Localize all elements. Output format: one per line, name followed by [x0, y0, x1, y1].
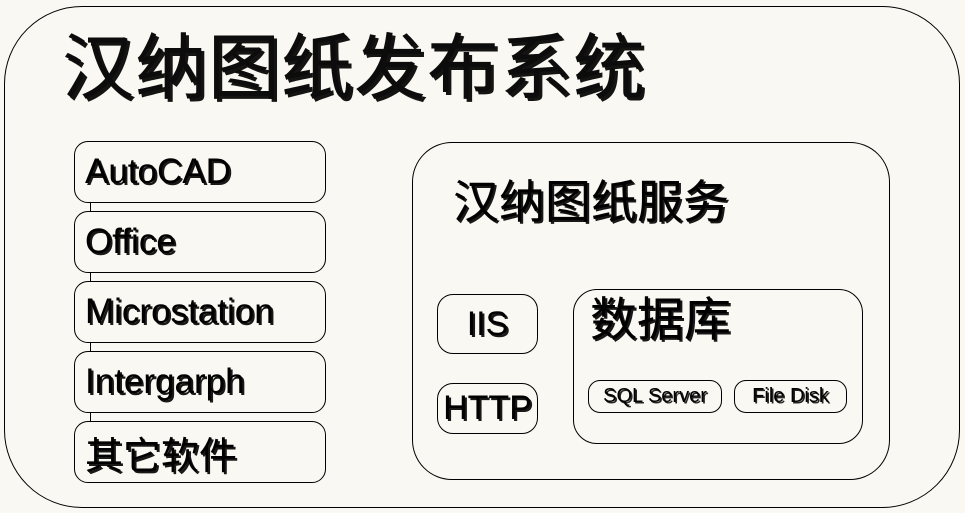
storage-box-sql-server[interactable]: SQL Server — [588, 380, 722, 413]
storage-box-file-disk[interactable]: File Disk — [734, 380, 847, 413]
client-box-autocad[interactable]: AutoCAD — [74, 141, 326, 203]
client-software-stack: AutoCAD Office Microstation Intergarph 其… — [74, 141, 326, 483]
connector-intergarph-other — [90, 413, 91, 421]
server-panel: 汉纳图纸服务 IIS HTTP 数据库 SQL Server File Disk — [412, 142, 890, 480]
client-box-office[interactable]: Office — [74, 211, 326, 273]
database-panel: 数据库 SQL Server File Disk — [573, 289, 863, 444]
database-panel-title: 数据库 — [590, 293, 731, 348]
client-box-other-software[interactable]: 其它软件 — [74, 421, 326, 483]
architecture-diagram: 汉纳图纸发布系统 AutoCAD Office Microstation Int… — [0, 0, 965, 513]
service-box-http[interactable]: HTTP — [437, 383, 538, 434]
service-box-iis[interactable]: IIS — [437, 294, 538, 354]
client-box-intergarph[interactable]: Intergarph — [74, 351, 326, 413]
connector-autocad-office — [90, 203, 91, 211]
connector-office-microstation — [90, 273, 91, 281]
client-box-microstation[interactable]: Microstation — [74, 281, 326, 343]
page-title: 汉纳图纸发布系统 — [62, 26, 647, 110]
connector-microstation-intergarph — [90, 343, 91, 351]
server-panel-title: 汉纳图纸服务 — [453, 175, 729, 229]
